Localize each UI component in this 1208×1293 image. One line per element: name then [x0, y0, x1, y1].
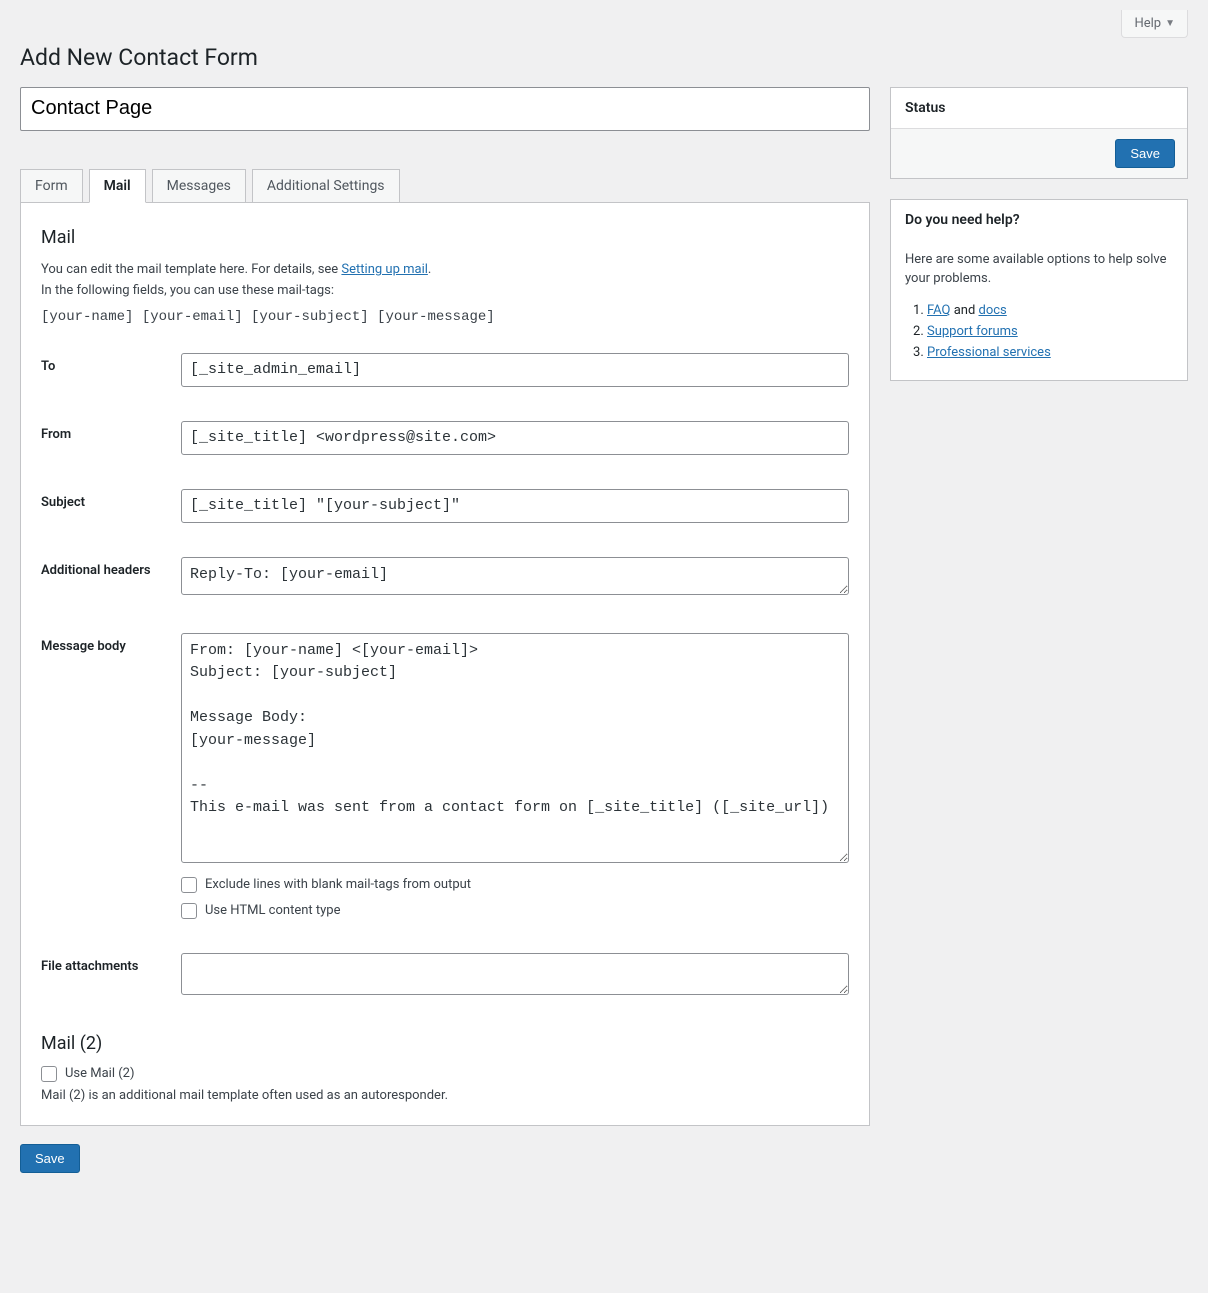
to-label: To: [41, 353, 181, 374]
body-label: Message body: [41, 633, 181, 654]
mail-intro-line-1: You can edit the mail template here. For…: [41, 260, 849, 280]
use-html-checkbox[interactable]: [181, 903, 197, 919]
help-link-item-1: FAQ and docs: [927, 303, 1173, 318]
tab-mail[interactable]: Mail: [89, 169, 146, 203]
mail-tags: [your-name] [your-email] [your-subject] …: [41, 309, 849, 325]
tabs: Form Mail Messages Additional Settings: [20, 169, 870, 202]
help-box-text: Here are some available options to help …: [905, 250, 1173, 289]
help-postbox: Do you need help? Here are some availabl…: [890, 199, 1188, 381]
mail2-note: Mail (2) is an additional mail template …: [41, 1088, 849, 1103]
file-attachments-input[interactable]: [181, 953, 849, 995]
use-mail2-checkbox[interactable]: [41, 1066, 57, 1082]
professional-services-link[interactable]: Professional services: [927, 345, 1051, 360]
attachments-label: File attachments: [41, 953, 181, 974]
mail-intro-line-2: In the following fields, you can use the…: [41, 281, 849, 301]
to-input[interactable]: [181, 353, 849, 387]
save-button-bottom[interactable]: Save: [20, 1144, 80, 1173]
from-label: From: [41, 421, 181, 442]
tab-form[interactable]: Form: [20, 169, 83, 203]
mail2-heading: Mail (2): [41, 1033, 849, 1054]
help-box-title: Do you need help?: [891, 200, 1187, 240]
headers-label: Additional headers: [41, 557, 181, 578]
subject-label: Subject: [41, 489, 181, 510]
subject-input[interactable]: [181, 489, 849, 523]
status-title: Status: [891, 88, 1187, 128]
contact-form-title-input[interactable]: [20, 87, 870, 131]
tab-messages[interactable]: Messages: [152, 169, 246, 203]
mail-panel: Mail You can edit the mail template here…: [20, 202, 870, 1126]
page-title: Add New Contact Form: [20, 43, 1188, 73]
help-link-item-2: Support forums: [927, 324, 1173, 339]
help-link-item-3: Professional services: [927, 345, 1173, 360]
support-forums-link[interactable]: Support forums: [927, 324, 1018, 339]
save-button-sidebar[interactable]: Save: [1115, 139, 1175, 168]
faq-link[interactable]: FAQ: [927, 303, 950, 318]
message-body-input[interactable]: [181, 633, 849, 863]
chevron-down-icon: ▼: [1165, 18, 1175, 29]
additional-headers-input[interactable]: [181, 557, 849, 595]
use-mail2-label: Use Mail (2): [65, 1066, 135, 1081]
status-postbox: Status Save: [890, 87, 1188, 179]
from-input[interactable]: [181, 421, 849, 455]
docs-link[interactable]: docs: [979, 303, 1007, 318]
help-tab-label: Help: [1134, 16, 1161, 31]
setting-up-mail-link[interactable]: Setting up mail: [341, 262, 427, 277]
mail-heading: Mail: [41, 227, 849, 248]
use-html-label: Use HTML content type: [205, 903, 340, 918]
exclude-blank-checkbox[interactable]: [181, 877, 197, 893]
exclude-blank-label: Exclude lines with blank mail-tags from …: [205, 877, 471, 892]
tab-additional-settings[interactable]: Additional Settings: [252, 169, 400, 203]
help-tab[interactable]: Help ▼: [1121, 10, 1188, 38]
